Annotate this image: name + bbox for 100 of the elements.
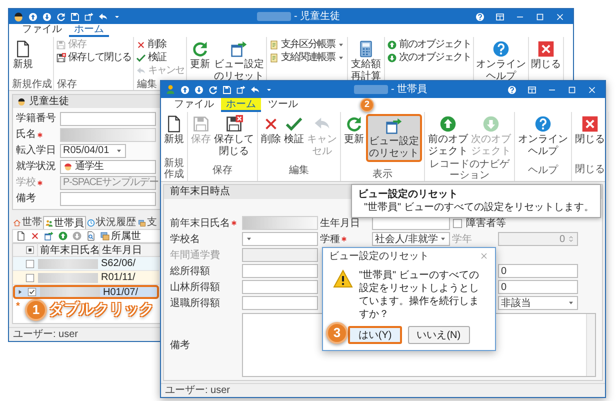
field-label: 年間通学費	[170, 248, 220, 262]
undo-arrow-icon[interactable]	[98, 12, 108, 22]
maximize-icon[interactable]	[535, 12, 545, 22]
ribbon-button[interactable]: 前のオブジェクト	[427, 114, 469, 158]
dropdown-field[interactable]: 社会人/非就学	[372, 232, 450, 246]
text-field[interactable]: 0	[498, 264, 578, 278]
tab[interactable]: 状況履歴	[86, 216, 137, 229]
refresh-icon[interactable]	[56, 12, 66, 22]
ribbon-button[interactable]: 新規	[163, 114, 185, 146]
ribbon-button[interactable]: 前のオブジェクト	[386, 38, 472, 51]
text-field[interactable]	[60, 112, 156, 126]
ribbon-button[interactable]: 検証	[283, 114, 305, 146]
dropdown-field[interactable]: 非該当	[498, 296, 578, 310]
window-arrow-icon	[385, 117, 403, 135]
blurred-text-field[interactable]	[242, 216, 318, 230]
group-label: 新規作成	[12, 78, 52, 90]
up-arrow-circle-icon[interactable]	[180, 84, 190, 94]
field-label: 転入学日	[16, 144, 56, 158]
menu-tab[interactable]: ツール	[263, 98, 303, 112]
ribbon-button[interactable]: 新規	[10, 39, 36, 71]
ribbon-button[interactable]: 支給関連帳票	[268, 51, 346, 64]
text-field[interactable]	[242, 280, 318, 294]
callout-label: ダブルクリック	[49, 301, 154, 319]
ribbon-button[interactable]: 更新	[343, 114, 365, 146]
ribbon-button[interactable]: 保存して閉じる	[55, 51, 132, 64]
calculator-icon	[357, 40, 375, 58]
refresh-icon	[191, 40, 209, 58]
ribbon-button[interactable]: 保存して閉じる	[213, 114, 255, 158]
menu-tab[interactable]: ファイル	[169, 98, 219, 112]
scrollbar[interactable]	[586, 314, 595, 376]
grid-row[interactable]: H01/07/	[13, 285, 159, 299]
ribbon-button[interactable]: 支弁区分帳票	[268, 38, 346, 51]
checkbox[interactable]	[25, 245, 35, 255]
menu-tab[interactable]: ホーム	[221, 98, 261, 112]
date-field[interactable]: R05/04/01	[60, 144, 126, 158]
refresh-icon[interactable]	[208, 84, 218, 94]
document-search-icon[interactable]	[86, 231, 96, 241]
field-label: 山林所得額	[170, 280, 220, 294]
group-label: 保存	[212, 164, 232, 176]
tab[interactable]: 世帯	[12, 216, 43, 229]
ribbon-button[interactable]: 閉じる	[574, 114, 606, 146]
field-label: 氏名	[16, 128, 36, 142]
people-icon	[45, 219, 53, 227]
undo-arrow-icon[interactable]	[250, 84, 260, 94]
grid-row[interactable]: R01/11/	[13, 271, 159, 285]
field-label: 学校名	[170, 232, 200, 246]
tab[interactable]: 世帯員	[43, 216, 86, 229]
field-label: 前年末日氏名	[170, 216, 230, 230]
help-icon[interactable]	[507, 84, 517, 94]
ribbon-button[interactable]: ビュー設定のリセット	[366, 114, 422, 162]
maximize-icon[interactable]	[567, 84, 577, 94]
close-icon[interactable]	[587, 84, 597, 94]
panel-title: 児童生徒	[29, 96, 69, 108]
group-label: ヘルプ	[528, 164, 558, 176]
tab[interactable]: 支	[137, 216, 158, 229]
check-icon	[136, 52, 146, 62]
dialog-button[interactable]: はい(Y)	[348, 326, 402, 344]
blurred-text-field[interactable]	[60, 128, 156, 142]
checkbox[interactable]	[25, 272, 35, 282]
down-arrow-circle-icon[interactable]	[194, 84, 204, 94]
text-field[interactable]	[242, 296, 318, 310]
close-icon[interactable]	[479, 251, 489, 261]
person-icon	[63, 162, 73, 172]
checkbox[interactable]	[27, 287, 37, 297]
text-field[interactable]: 0	[498, 280, 578, 294]
text-field[interactable]	[60, 192, 156, 206]
layout-icon[interactable]	[495, 12, 505, 22]
document-icon	[14, 40, 32, 58]
dialog-button[interactable]: いいえ(N)	[408, 326, 470, 344]
ribbon-button[interactable]: 検証	[135, 51, 167, 64]
close-icon[interactable]	[555, 12, 565, 22]
toolbar-button[interactable]: 所属世	[100, 228, 141, 244]
row-pointer-icon	[16, 288, 24, 296]
checkbox[interactable]	[25, 258, 35, 268]
ribbon-button[interactable]: 更新	[188, 39, 212, 71]
checkbox[interactable]	[452, 218, 463, 228]
checkbox-label: 障害者等	[466, 216, 506, 230]
up-arrow-circle-icon[interactable]	[28, 12, 38, 22]
menu-tab[interactable]: ファイル	[17, 24, 67, 37]
layout-icon[interactable]	[527, 84, 537, 94]
ribbon-button[interactable]: 削除	[260, 114, 282, 146]
grid-row[interactable]: S62/06/	[13, 257, 159, 271]
status-field[interactable]: 通学生	[60, 160, 156, 174]
field-label: 学籍番号	[16, 112, 56, 126]
cross-icon	[136, 40, 146, 50]
document-icon[interactable]	[16, 231, 26, 241]
panel-title: 前年末日時点	[170, 186, 230, 198]
menu-tab[interactable]: ホーム	[69, 24, 109, 37]
ribbon-button[interactable]: 次のオブジェクト	[386, 51, 472, 64]
dropdown-field[interactable]	[242, 232, 318, 246]
ribbon-button[interactable]: 削除	[135, 38, 167, 51]
down-arrow-circle-icon[interactable]	[42, 12, 52, 22]
ribbon-button[interactable]: オンラインヘルプ	[517, 114, 569, 158]
up-arrow-circle-icon[interactable]	[58, 231, 68, 241]
cross-icon[interactable]	[30, 231, 40, 241]
help-icon[interactable]	[475, 12, 485, 22]
clock-icon	[87, 218, 95, 226]
text-field[interactable]	[242, 264, 318, 278]
ribbon-button[interactable]: 閉じる	[530, 39, 562, 71]
window-arrow-icon	[230, 40, 248, 58]
